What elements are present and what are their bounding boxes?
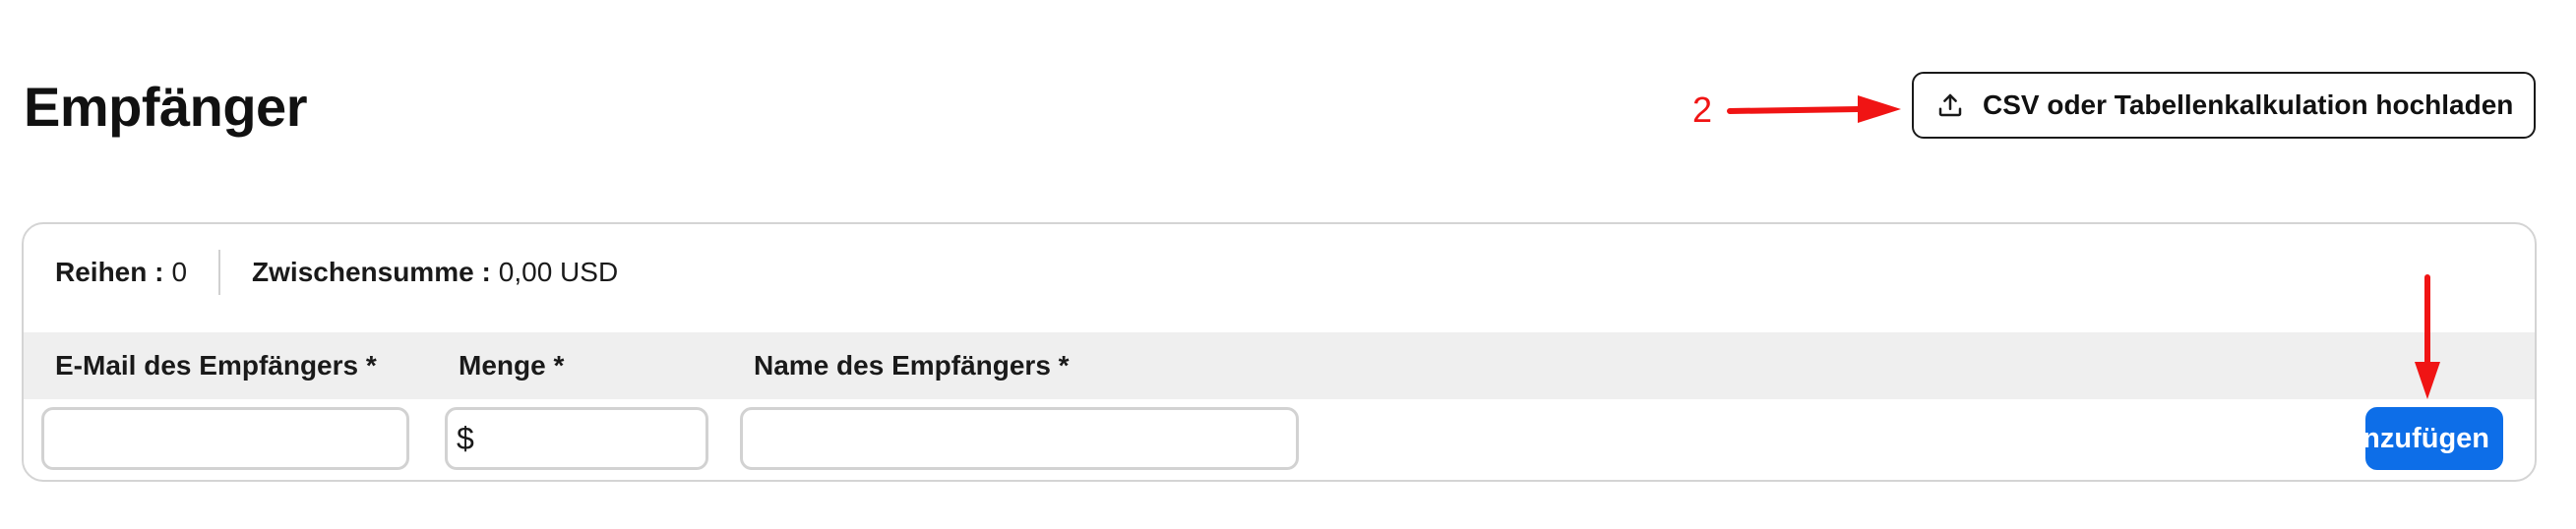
upload-icon	[1938, 93, 1962, 117]
subtotal-label: Zwischensumme :	[252, 257, 491, 287]
column-header-name: Name des Empfängers *	[754, 350, 1070, 381]
recipient-email-input[interactable]	[41, 407, 409, 470]
recipient-name-input[interactable]	[740, 407, 1299, 470]
upload-csv-button[interactable]: CSV oder Tabellenkalkulation hochladen	[1912, 72, 2536, 139]
rows-label: Reihen :	[55, 257, 164, 287]
rows-value: 0	[171, 257, 188, 287]
summary-bar: Reihen : 0 Zwischensumme : 0,00 USD	[55, 250, 618, 295]
column-header-amount: Menge *	[459, 350, 565, 381]
summary-divider	[218, 250, 221, 295]
add-recipient-label: Hinzufügen	[2365, 423, 2489, 454]
subtotal-value: 0,00 USD	[498, 257, 619, 287]
page-title: Empfänger	[24, 76, 308, 138]
currency-symbol: $	[457, 421, 474, 456]
recipients-table: Reihen : 0 Zwischensumme : 0,00 USD E-Ma…	[22, 222, 2537, 482]
table-header: E-Mail des Empfängers * Menge * Name des…	[24, 332, 2535, 399]
column-header-email: E-Mail des Empfängers *	[55, 350, 377, 381]
upload-csv-label: CSV oder Tabellenkalkulation hochladen	[1983, 89, 2514, 120]
add-recipient-button[interactable]: Hinzufügen	[2365, 407, 2503, 470]
annotation-number-2: 2	[1692, 89, 1713, 130]
amount-input[interactable]	[445, 407, 708, 470]
arrow-2	[1727, 95, 1901, 123]
